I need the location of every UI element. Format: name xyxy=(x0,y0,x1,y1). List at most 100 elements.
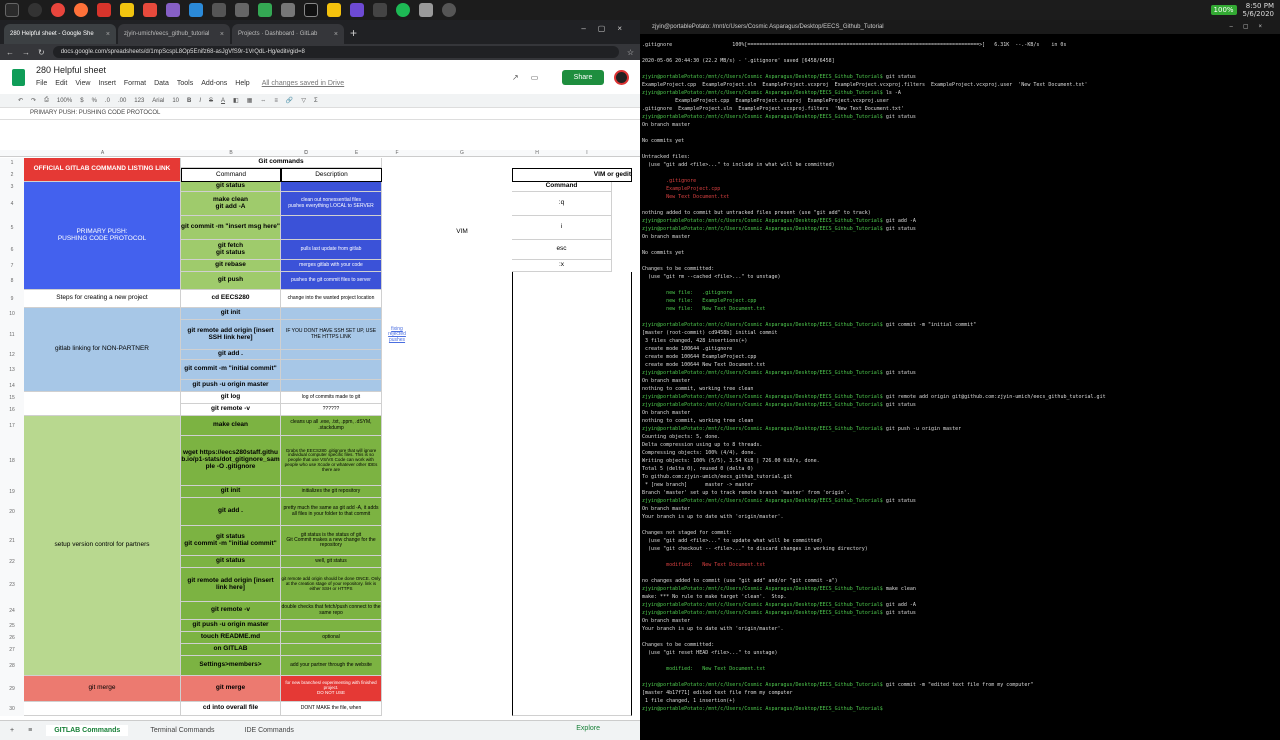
row-number[interactable]: 11 xyxy=(0,320,24,350)
visual-studio-icon[interactable] xyxy=(166,3,180,17)
browser-tab[interactable]: 280 Helpful sheet - Google She × xyxy=(4,24,116,44)
row-number[interactable]: 20 xyxy=(0,498,24,526)
app-icon[interactable] xyxy=(143,3,157,17)
row-number[interactable]: 26 xyxy=(0,632,24,644)
print-icon[interactable]: ⎙ xyxy=(44,97,49,104)
undo-icon[interactable]: ↶ xyxy=(18,97,23,104)
row-number[interactable]: 19 xyxy=(0,486,24,498)
column-header[interactable]: I xyxy=(562,150,612,157)
column-header[interactable]: E xyxy=(331,150,382,157)
address-bar[interactable]: docs.google.com/spreadsheets/d/1mpScspL8… xyxy=(52,46,619,58)
menu-insert[interactable]: Insert xyxy=(98,80,116,87)
row-number[interactable]: 4 xyxy=(0,192,24,216)
row-number[interactable]: 1 xyxy=(0,158,24,168)
sheet-tab-gitlab-commands[interactable]: GITLAB Commands xyxy=(46,725,129,736)
all-sheets-icon[interactable]: ≡ xyxy=(28,727,32,734)
row-number[interactable]: 14 xyxy=(0,380,24,392)
document-title[interactable]: 280 Helpful sheet xyxy=(36,65,106,75)
firefox-icon[interactable] xyxy=(74,3,88,17)
column-header[interactable]: A xyxy=(24,150,181,157)
row-number[interactable]: 13 xyxy=(0,360,24,380)
browser-tab[interactable]: zjyin-umich/eecs_github_tutorial × xyxy=(118,24,230,44)
row-number[interactable]: 2 xyxy=(0,168,24,182)
fixing-link[interactable]: fixing rejected pushes xyxy=(382,320,412,350)
close-icon[interactable]: × xyxy=(106,31,110,38)
close-icon[interactable]: × xyxy=(220,31,224,38)
row-number[interactable]: 24 xyxy=(0,602,24,620)
row-number[interactable]: 5 xyxy=(0,216,24,240)
menu-view[interactable]: View xyxy=(75,80,90,87)
align-icon[interactable]: ≡ xyxy=(274,98,278,104)
row-number[interactable]: 30 xyxy=(0,702,24,716)
app-icon[interactable] xyxy=(258,3,272,17)
row-number[interactable]: 22 xyxy=(0,556,24,568)
app-icon[interactable] xyxy=(350,3,364,17)
menu-addons[interactable]: Add-ons xyxy=(201,80,227,87)
row-number[interactable]: 27 xyxy=(0,644,24,656)
column-header[interactable]: B xyxy=(181,150,281,157)
font-size-select[interactable]: 10 xyxy=(172,98,179,104)
redo-icon[interactable]: ↷ xyxy=(31,97,36,104)
menu-data[interactable]: Data xyxy=(154,80,169,87)
increase-decimal-button[interactable]: .00 xyxy=(118,98,126,104)
row-number[interactable]: 7 xyxy=(0,260,24,272)
avatar[interactable] xyxy=(614,70,629,85)
row-number[interactable]: 18 xyxy=(0,436,24,486)
sheet-tab-terminal-commands[interactable]: Terminal Commands xyxy=(142,725,222,736)
windows-start-icon[interactable] xyxy=(5,3,19,17)
column-header[interactable]: F xyxy=(382,150,412,157)
reload-icon[interactable]: ↻ xyxy=(38,48,45,57)
currency-button[interactable]: $ xyxy=(80,98,83,104)
filter-icon[interactable]: ▽ xyxy=(301,97,306,104)
browser-tab[interactable]: Projects · Dashboard · GitLab × xyxy=(232,24,344,44)
decrease-decimal-button[interactable]: .0 xyxy=(105,98,110,104)
row-number[interactable]: 25 xyxy=(0,620,24,632)
forward-icon[interactable]: → xyxy=(22,48,30,57)
row-number[interactable]: 16 xyxy=(0,404,24,416)
fill-color-icon[interactable]: ◧ xyxy=(233,97,239,104)
row-number[interactable]: 8 xyxy=(0,272,24,290)
comments-icon[interactable]: ▭ xyxy=(531,73,539,82)
battery-indicator[interactable]: 100% xyxy=(1210,5,1237,15)
menu-format[interactable]: Format xyxy=(124,80,146,87)
borders-icon[interactable]: ▦ xyxy=(247,97,253,104)
row-number[interactable]: 3 xyxy=(0,182,24,192)
app-icon[interactable] xyxy=(212,3,226,17)
row-number[interactable]: 29 xyxy=(0,676,24,702)
text-color-button[interactable]: A xyxy=(221,98,225,104)
percent-button[interactable]: % xyxy=(92,98,97,104)
app-icon[interactable] xyxy=(442,3,456,17)
row-number[interactable]: 6 xyxy=(0,240,24,260)
window-controls-icon[interactable]: –▢× xyxy=(1229,20,1272,34)
save-status[interactable]: All changes saved in Drive xyxy=(262,80,345,87)
app-icon[interactable] xyxy=(281,3,295,17)
bookmark-star-icon[interactable]: ☆ xyxy=(627,48,634,57)
row-number[interactable]: 10 xyxy=(0,308,24,320)
vscode-icon[interactable] xyxy=(189,3,203,17)
number-format-button[interactable]: 123 xyxy=(134,98,144,104)
app-icon[interactable] xyxy=(235,3,249,17)
app-icon[interactable] xyxy=(97,3,111,17)
menu-file[interactable]: File xyxy=(36,80,47,87)
sheets-logo-icon[interactable] xyxy=(12,69,25,86)
menu-help[interactable]: Help xyxy=(235,80,249,87)
add-sheet-icon[interactable]: + xyxy=(10,727,14,734)
menu-edit[interactable]: Edit xyxy=(55,80,67,87)
app-icon[interactable] xyxy=(373,3,387,17)
spotify-icon[interactable] xyxy=(396,3,410,17)
row-number[interactable]: 12 xyxy=(0,350,24,360)
activity-icon[interactable]: ↗ xyxy=(512,73,519,82)
column-header[interactable]: H xyxy=(512,150,562,157)
search-icon[interactable] xyxy=(28,3,42,17)
formula-bar[interactable]: PRIMARY PUSH: PUSHING CODE PROTOCOL xyxy=(0,108,640,120)
menu-tools[interactable]: Tools xyxy=(177,80,193,87)
functions-icon[interactable]: Σ xyxy=(314,98,318,104)
fixing-rejected-pushes-link[interactable]: fixing rejected pushes xyxy=(382,327,412,343)
column-header[interactable]: D xyxy=(281,150,331,157)
bold-button[interactable]: B xyxy=(187,98,191,104)
column-header[interactable]: G xyxy=(412,150,512,157)
close-icon[interactable]: × xyxy=(334,31,338,38)
sheet-tab-ide-commands[interactable]: IDE Commands xyxy=(237,725,302,736)
italic-button[interactable]: I xyxy=(199,98,201,104)
chrome-icon[interactable] xyxy=(51,3,65,17)
